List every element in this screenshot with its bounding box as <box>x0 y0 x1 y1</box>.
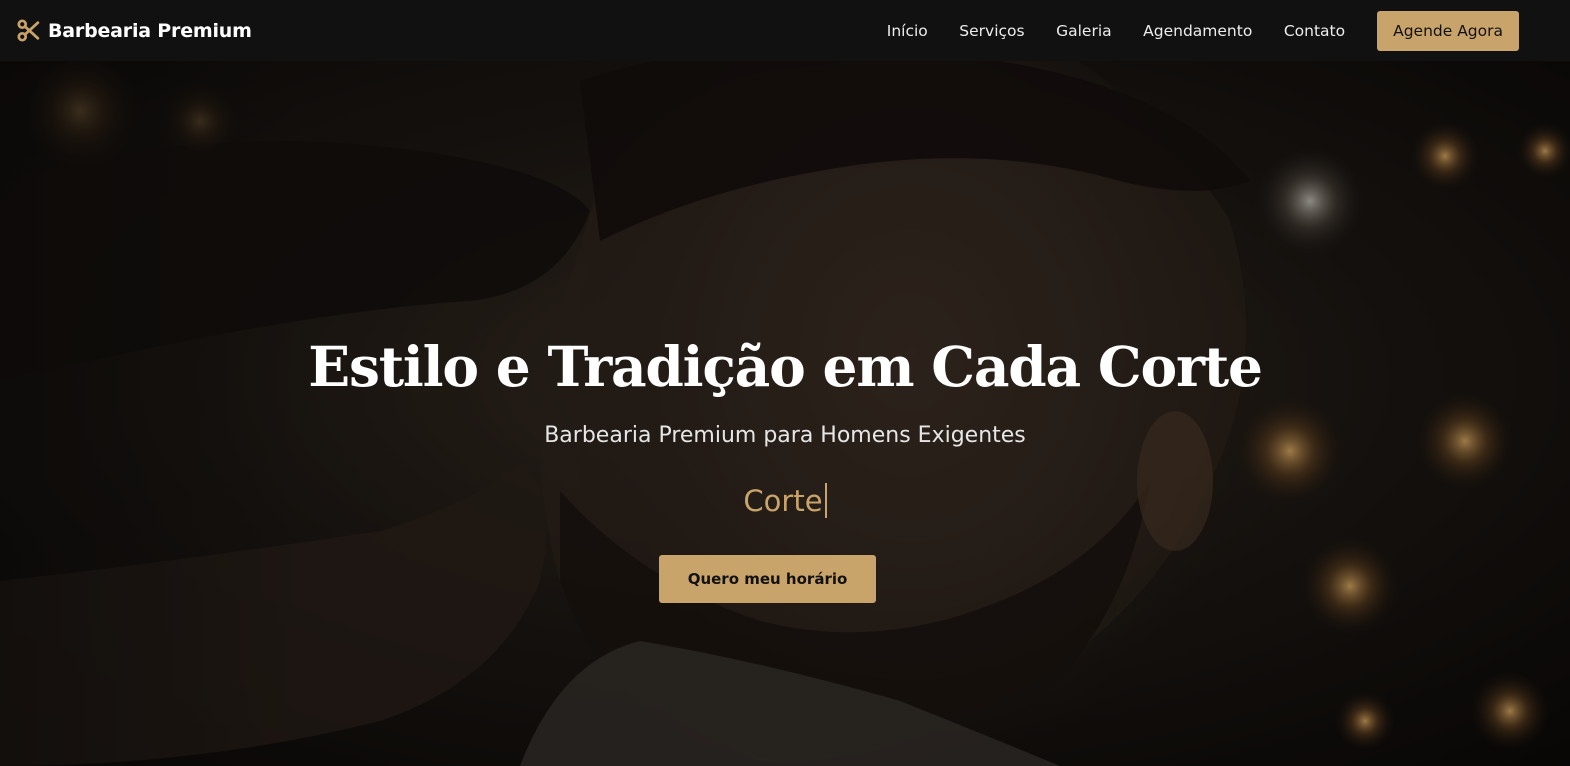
hero-content: Estilo e Tradição em Cada Corte Barbeari… <box>0 61 1570 766</box>
quero-meu-horario-button[interactable]: Quero meu horário <box>659 555 876 603</box>
hero-title: Estilo e Tradição em Cada Corte <box>308 334 1263 399</box>
brand-logo[interactable]: Barbearia Premium <box>16 18 252 43</box>
hero-subtitle: Barbearia Premium para Homens Exigentes <box>544 423 1026 448</box>
agende-agora-button[interactable]: Agende Agora <box>1377 10 1519 51</box>
nav-link-galeria[interactable]: Galeria <box>1056 22 1112 40</box>
nav-link-contato[interactable]: Contato <box>1284 22 1345 40</box>
nav-link-inicio[interactable]: Início <box>887 22 928 40</box>
nav-link-servicos[interactable]: Serviços <box>959 22 1024 40</box>
main-nav: Início Serviços Galeria Agendamento Cont… <box>887 10 1519 51</box>
nav-link-agendamento[interactable]: Agendamento <box>1143 22 1252 40</box>
hero-section: Estilo e Tradição em Cada Corte Barbeari… <box>0 61 1570 766</box>
text-cursor <box>824 483 827 518</box>
typed-text: Corte <box>743 483 823 518</box>
typed-text-container: Corte <box>0 483 1570 518</box>
brand-name: Barbearia Premium <box>48 19 252 42</box>
scissors-icon <box>16 18 41 43</box>
site-header: Barbearia Premium Início Serviços Galeri… <box>0 0 1570 61</box>
